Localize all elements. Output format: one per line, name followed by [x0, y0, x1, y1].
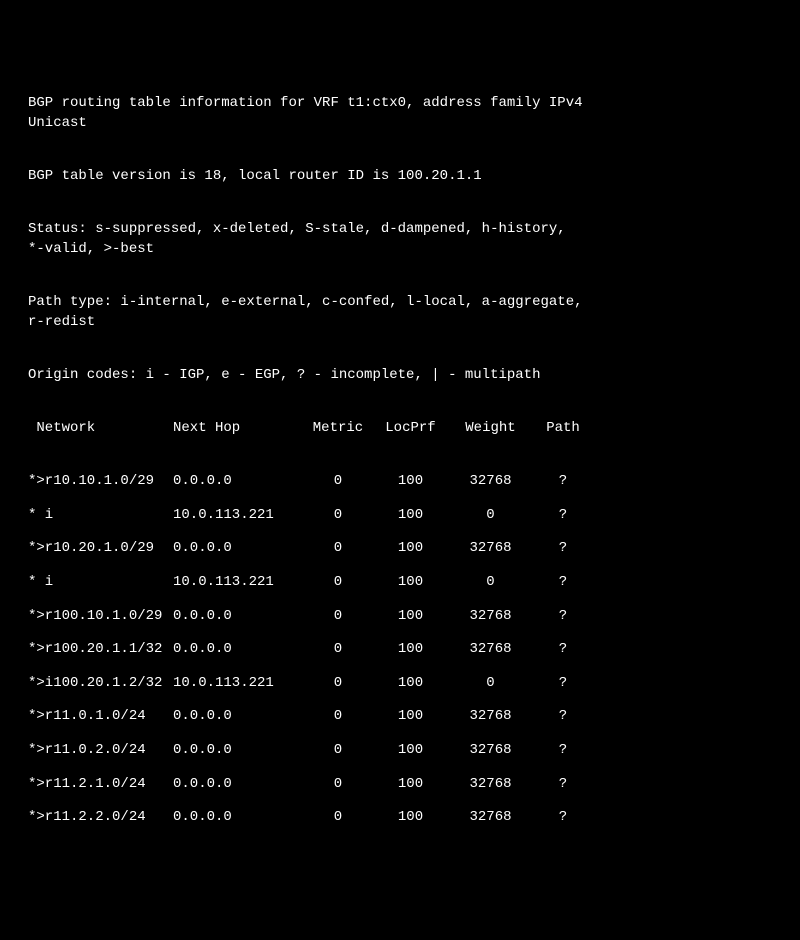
bgp-version: BGP table version is 18, local router ID…	[28, 167, 772, 187]
col-network-header: Network	[28, 419, 173, 439]
route-locprf: 100	[373, 573, 448, 593]
route-weight: 32768	[448, 741, 533, 761]
col-weight-header: Weight	[448, 419, 533, 439]
route-row: *>r11.2.1.0/240.0.0.0010032768?	[28, 775, 772, 795]
route-row: *>r10.20.1.0/290.0.0.0010032768?	[28, 539, 772, 559]
route-path: ?	[533, 640, 593, 660]
status-line2: *-valid, >-best	[28, 241, 154, 257]
route-locprf: 100	[373, 808, 448, 828]
route-network: *>r11.2.2.0/24	[28, 808, 173, 828]
route-network: *>r11.0.1.0/24	[28, 707, 173, 727]
route-metric: 0	[303, 539, 373, 559]
route-network: *>r100.20.1.1/32	[28, 640, 173, 660]
route-weight: 32768	[448, 707, 533, 727]
route-nexthop: 0.0.0.0	[173, 808, 303, 828]
route-metric: 0	[303, 506, 373, 526]
route-nexthop: 10.0.113.221	[173, 573, 303, 593]
col-nexthop-header: Next Hop	[173, 419, 303, 439]
route-nexthop: 0.0.0.0	[173, 607, 303, 627]
route-weight: 32768	[448, 640, 533, 660]
route-nexthop: 0.0.0.0	[173, 640, 303, 660]
route-metric: 0	[303, 472, 373, 492]
route-nexthop: 10.0.113.221	[173, 674, 303, 694]
route-weight: 32768	[448, 775, 533, 795]
route-table-body: *>r10.10.1.0/290.0.0.0010032768?* i10.0.…	[28, 472, 772, 828]
route-locprf: 100	[373, 674, 448, 694]
route-path: ?	[533, 539, 593, 559]
route-metric: 0	[303, 741, 373, 761]
route-row: *>r10.10.1.0/290.0.0.0010032768?	[28, 472, 772, 492]
bgp-origin-legend: Origin codes: i - IGP, e - EGP, ? - inco…	[28, 366, 772, 386]
header-line1: BGP routing table information for VRF t1…	[28, 95, 583, 111]
route-weight: 32768	[448, 539, 533, 559]
route-row: * i10.0.113.22101000?	[28, 506, 772, 526]
bgp-pathtype-legend: Path type: i-internal, e-external, c-con…	[28, 293, 772, 332]
route-row: *>r11.0.1.0/240.0.0.0010032768?	[28, 707, 772, 727]
route-metric: 0	[303, 707, 373, 727]
route-locprf: 100	[373, 607, 448, 627]
route-metric: 0	[303, 607, 373, 627]
route-path: ?	[533, 808, 593, 828]
route-metric: 0	[303, 808, 373, 828]
route-locprf: 100	[373, 707, 448, 727]
route-weight: 0	[448, 573, 533, 593]
route-row: *>r100.10.1.0/290.0.0.0010032768?	[28, 607, 772, 627]
route-path: ?	[533, 506, 593, 526]
route-path: ?	[533, 741, 593, 761]
bgp-status-legend: Status: s-suppressed, x-deleted, S-stale…	[28, 220, 772, 259]
route-path: ?	[533, 707, 593, 727]
header-line2: Unicast	[28, 115, 87, 131]
route-network: *>i100.20.1.2/32	[28, 674, 173, 694]
route-locprf: 100	[373, 472, 448, 492]
route-metric: 0	[303, 775, 373, 795]
col-path-header: Path	[533, 419, 593, 439]
route-network: *>r11.2.1.0/24	[28, 775, 173, 795]
route-row: *>r11.0.2.0/240.0.0.0010032768?	[28, 741, 772, 761]
route-path: ?	[533, 607, 593, 627]
pathtype-line2: r-redist	[28, 314, 95, 330]
route-path: ?	[533, 775, 593, 795]
route-nexthop: 0.0.0.0	[173, 741, 303, 761]
route-network: * i	[28, 506, 173, 526]
route-row: *>i100.20.1.2/3210.0.113.22101000?	[28, 674, 772, 694]
route-weight: 0	[448, 506, 533, 526]
col-metric-header: Metric	[303, 419, 373, 439]
route-row: * i10.0.113.22101000?	[28, 573, 772, 593]
route-table-header: NetworkNext HopMetricLocPrfWeightPath	[28, 419, 772, 439]
route-nexthop: 0.0.0.0	[173, 707, 303, 727]
status-line1: Status: s-suppressed, x-deleted, S-stale…	[28, 221, 566, 237]
route-row: *>r100.20.1.1/320.0.0.0010032768?	[28, 640, 772, 660]
route-nexthop: 0.0.0.0	[173, 775, 303, 795]
route-network: *>r11.0.2.0/24	[28, 741, 173, 761]
route-weight: 32768	[448, 808, 533, 828]
route-path: ?	[533, 573, 593, 593]
bgp-header-vrf: BGP routing table information for VRF t1…	[28, 94, 772, 133]
route-locprf: 100	[373, 775, 448, 795]
route-locprf: 100	[373, 741, 448, 761]
route-locprf: 100	[373, 640, 448, 660]
route-metric: 0	[303, 573, 373, 593]
route-nexthop: 0.0.0.0	[173, 472, 303, 492]
route-network: * i	[28, 573, 173, 593]
route-nexthop: 0.0.0.0	[173, 539, 303, 559]
route-weight: 32768	[448, 607, 533, 627]
route-nexthop: 10.0.113.221	[173, 506, 303, 526]
route-network: *>r10.10.1.0/29	[28, 472, 173, 492]
route-metric: 0	[303, 640, 373, 660]
route-metric: 0	[303, 674, 373, 694]
col-locprf-header: LocPrf	[373, 419, 448, 439]
route-path: ?	[533, 472, 593, 492]
route-path: ?	[533, 674, 593, 694]
route-network: *>r100.10.1.0/29	[28, 607, 173, 627]
route-locprf: 100	[373, 506, 448, 526]
route-locprf: 100	[373, 539, 448, 559]
pathtype-line1: Path type: i-internal, e-external, c-con…	[28, 294, 583, 310]
route-network: *>r10.20.1.0/29	[28, 539, 173, 559]
route-row: *>r11.2.2.0/240.0.0.0010032768?	[28, 808, 772, 828]
route-weight: 0	[448, 674, 533, 694]
route-weight: 32768	[448, 472, 533, 492]
